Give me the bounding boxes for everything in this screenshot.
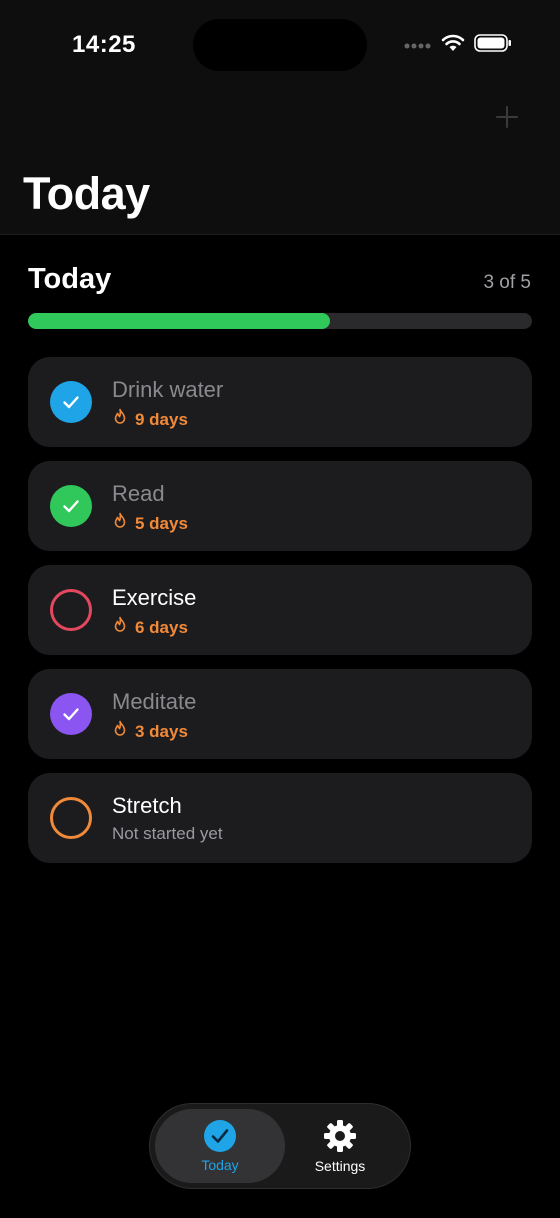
habit-name: Drink water bbox=[112, 377, 224, 402]
dynamic-island bbox=[193, 19, 367, 71]
navigation-header: 14:25 Today bbox=[0, 0, 560, 235]
habit-streak-text: 9 days bbox=[135, 409, 188, 429]
tab-bar: Today Settings bbox=[149, 1103, 411, 1189]
habit-streak: Not started yet bbox=[112, 824, 223, 844]
add-habit-button[interactable] bbox=[490, 100, 524, 134]
flame-icon bbox=[112, 720, 128, 743]
tab-settings[interactable]: Settings bbox=[275, 1109, 405, 1183]
habit-name: Meditate bbox=[112, 689, 197, 714]
status-indicators bbox=[404, 34, 512, 57]
habit-row[interactable]: Meditate 3 days bbox=[28, 669, 532, 759]
gear-icon bbox=[324, 1120, 356, 1152]
habit-checked-toggle[interactable] bbox=[50, 485, 92, 527]
habit-name: Read bbox=[112, 481, 165, 506]
flame-icon bbox=[112, 408, 128, 431]
habit-streak: 9 days bbox=[112, 408, 188, 431]
habit-row[interactable]: Stretch Not started yet bbox=[28, 773, 532, 863]
habit-checked-toggle[interactable] bbox=[50, 693, 92, 735]
habit-list: Drink water 9 days Read 5 days Exercise 6 day… bbox=[28, 357, 532, 877]
habit-streak-text: 5 days bbox=[135, 513, 188, 533]
tab-settings-label: Settings bbox=[314, 1158, 366, 1174]
checkmark-icon bbox=[63, 708, 79, 721]
tab-today-label: Today bbox=[201, 1157, 239, 1173]
status-time: 14:25 bbox=[72, 31, 136, 58]
plus-icon bbox=[496, 106, 518, 128]
habit-streak-text: 6 days bbox=[135, 617, 188, 637]
habit-checked-toggle[interactable] bbox=[50, 381, 92, 423]
flame-icon bbox=[112, 512, 128, 535]
progress-bar bbox=[28, 313, 532, 329]
habit-streak: 3 days bbox=[112, 720, 188, 743]
battery-icon bbox=[474, 34, 512, 57]
habit-streak: 5 days bbox=[112, 512, 188, 535]
habit-unchecked-toggle[interactable] bbox=[50, 589, 92, 631]
progress-bar-fill bbox=[28, 313, 331, 329]
progress-count: 3 of 5 bbox=[483, 272, 531, 293]
habit-row[interactable]: Exercise 6 days bbox=[28, 565, 532, 655]
wifi-icon bbox=[441, 34, 465, 57]
screen: 14:25 Today Today 3 of 5 Drink water 9 d… bbox=[0, 0, 560, 1218]
habit-streak-text: 3 days bbox=[135, 721, 188, 741]
page-title: Today bbox=[23, 168, 150, 219]
habit-name: Exercise bbox=[112, 585, 197, 610]
flame-icon bbox=[112, 616, 128, 639]
habit-name: Stretch bbox=[112, 793, 182, 818]
checkmark-icon bbox=[63, 500, 79, 513]
checkmark-circle-icon bbox=[204, 1120, 236, 1152]
progress-section-title: Today bbox=[28, 263, 112, 295]
habit-row[interactable]: Read 5 days bbox=[28, 461, 532, 551]
habit-unchecked-toggle[interactable] bbox=[50, 797, 92, 839]
cellular-signal-icon bbox=[404, 37, 432, 55]
habit-streak-text: Not started yet bbox=[112, 824, 223, 843]
tab-today[interactable]: Today bbox=[155, 1109, 285, 1183]
checkmark-icon bbox=[63, 396, 79, 409]
habit-streak: 6 days bbox=[112, 616, 188, 639]
habit-row[interactable]: Drink water 9 days bbox=[28, 357, 532, 447]
